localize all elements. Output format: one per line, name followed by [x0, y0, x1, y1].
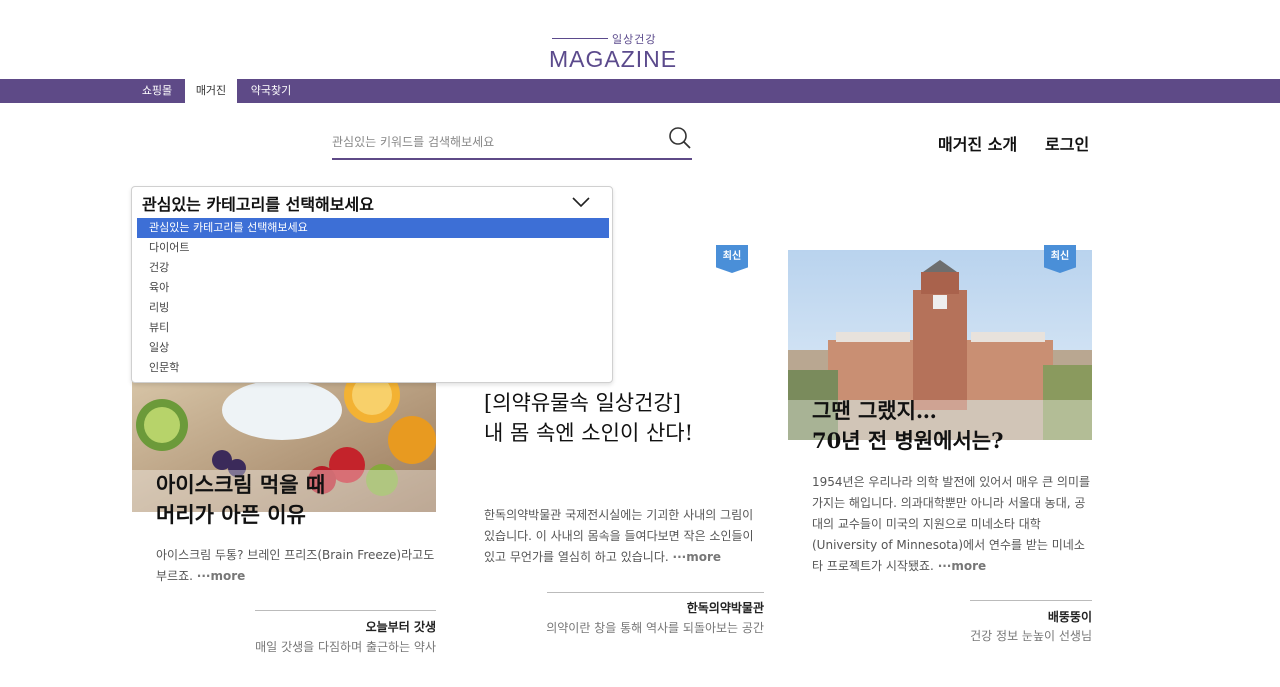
chevron-down-icon[interactable] [572, 196, 590, 208]
card-1-title-line1: 아이스크림 먹을 때 [156, 472, 326, 497]
card-2-title-line2: 내 몸 속엔 소인이 산다! [484, 421, 694, 445]
card-3-author[interactable]: 배뚱뚱이 [970, 608, 1092, 625]
card-3-title-line2: 70년 전 병원에서는? [812, 428, 1004, 453]
nav-tab-shopping[interactable]: 쇼핑몰 [131, 79, 183, 103]
logo-line [552, 38, 608, 39]
category-option[interactable]: 뷰티 [137, 318, 609, 338]
category-option[interactable]: 다이어트 [137, 238, 609, 258]
nav-tab-pharmacy-finder[interactable]: 약국찾기 [240, 79, 302, 103]
card-1-author[interactable]: 오늘부터 갓생 [255, 618, 436, 635]
card-3-title[interactable]: 그땐 그랬지… 70년 전 병원에서는? [812, 396, 1003, 456]
category-options-list: 관심있는 카테고리를 선택해보세요 다이어트 건강 육아 리빙 뷰티 일상 인문… [137, 218, 609, 378]
category-select[interactable]: 관심있는 카테고리를 선택해보세요 관심있는 카테고리를 선택해보세요 다이어트… [131, 186, 613, 383]
card-1-title[interactable]: 아이스크림 먹을 때 머리가 아픈 이유 [156, 470, 325, 530]
card-3-description: 1954년은 우리나라 의학 발전에 있어서 매우 큰 의미를 가지는 해입니다… [812, 472, 1092, 577]
card-1-title-line2: 머리가 아픈 이유 [156, 502, 306, 527]
category-option[interactable]: 건강 [137, 258, 609, 278]
top-nav-bar: 쇼핑몰 매거진 약국찾기 [0, 79, 1280, 103]
category-option[interactable]: 리빙 [137, 298, 609, 318]
card-2-new-badge: 최신 [716, 245, 748, 273]
card-2-description: 한독의약박물관 국제전시실에는 기괴한 사내의 그림이 있습니다. 이 사내의 … [484, 505, 764, 568]
card-1-author-subtitle: 매일 갓생을 다짐하며 출근하는 약사 [255, 640, 436, 654]
card-1-more-link[interactable]: ···more [197, 569, 245, 583]
card-2-divider [547, 592, 764, 593]
card-3-new-badge: 최신 [1044, 245, 1076, 273]
card-1-divider [255, 610, 436, 611]
logo-title: MAGAZINE [549, 46, 678, 72]
category-option[interactable]: 일상 [137, 338, 609, 358]
search-icon[interactable] [668, 126, 692, 150]
card-2-author[interactable]: 한독의약박물관 [547, 599, 764, 616]
search-bar [332, 124, 692, 160]
card-2-title[interactable]: [의약유물속 일상건강] 내 몸 속엔 소인이 산다! [484, 388, 693, 448]
category-option[interactable]: 관심있는 카테고리를 선택해보세요 [137, 218, 609, 238]
card-3-divider [970, 600, 1092, 601]
category-option[interactable]: 육아 [137, 278, 609, 298]
card-1-description: 아이스크림 두통? 브레인 프리즈(Brain Freeze)라고도 부르죠. … [156, 545, 436, 587]
login-link[interactable]: 로그인 [1045, 131, 1089, 155]
card-2-author-subtitle: 의약이란 창을 통해 역사를 되돌아보는 공간 [546, 621, 764, 635]
card-3-more-link[interactable]: ···more [938, 559, 986, 573]
card-2-title-line1: [의약유물속 일상건강] [484, 391, 681, 415]
nav-tab-magazine[interactable]: 매거진 [185, 79, 237, 103]
search-input[interactable] [332, 130, 652, 154]
logo-subtitle: 일상건강 [612, 33, 657, 46]
category-option[interactable]: 인문학 [137, 358, 609, 378]
card-3-title-line1: 그땐 그랬지… [812, 398, 937, 423]
card-2-more-link[interactable]: ···more [673, 550, 721, 564]
card-3-author-subtitle: 건강 정보 눈높이 선생님 [970, 629, 1092, 643]
category-select-value[interactable]: 관심있는 카테고리를 선택해보세요 [142, 191, 374, 215]
magazine-about-link[interactable]: 매거진 소개 [938, 131, 1017, 155]
